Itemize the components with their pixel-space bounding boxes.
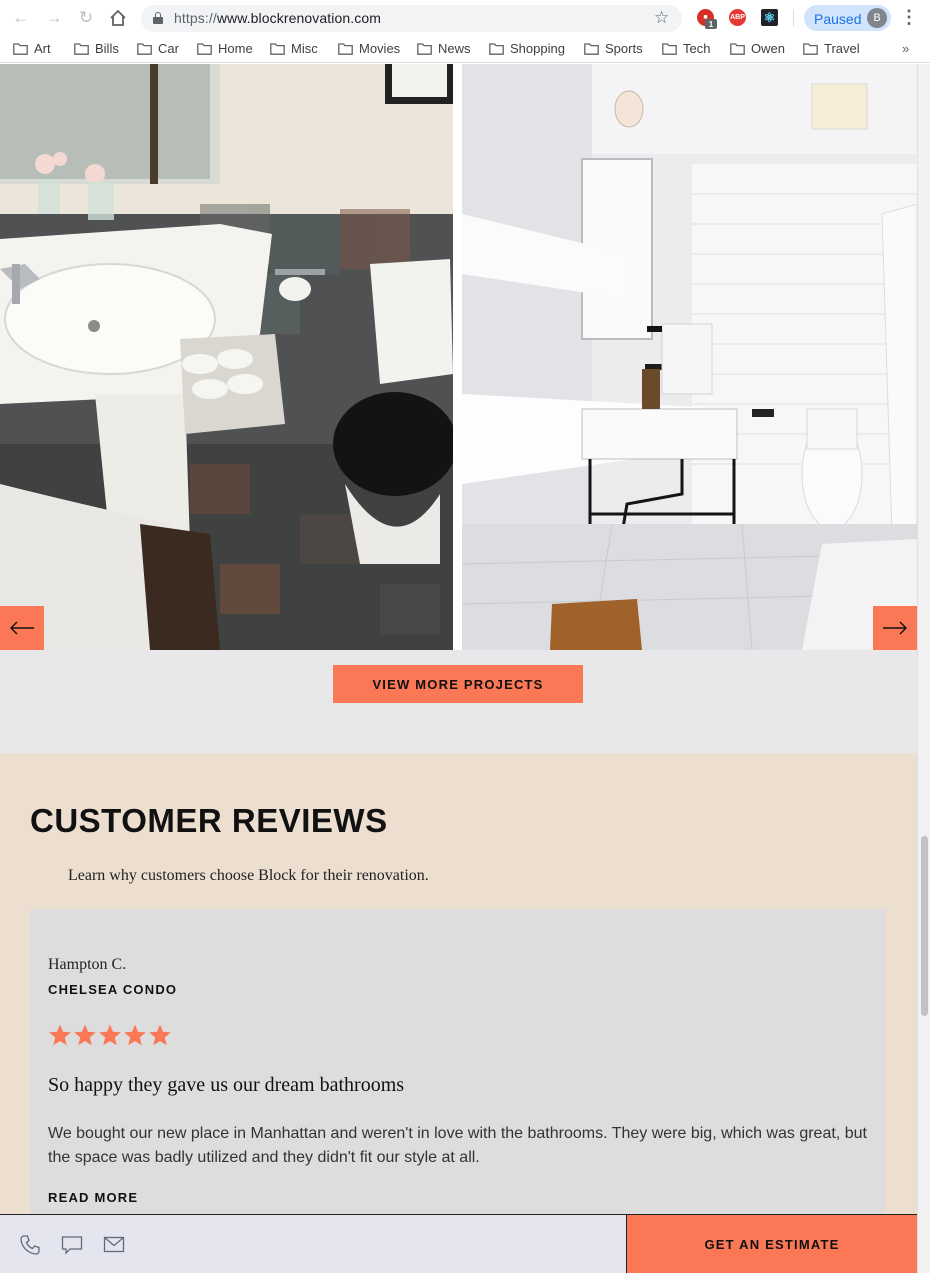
bookmark-sports[interactable]: Sports [584, 41, 643, 56]
chat-icon[interactable] [61, 1234, 83, 1256]
review-headline: So happy they gave us our dream bathroom… [48, 1074, 405, 1096]
back-icon[interactable]: ← [11, 8, 31, 28]
bookmark-shopping[interactable]: Shopping [489, 41, 565, 56]
bookmark-label: Travel [824, 41, 860, 56]
bookmark-label: Art [34, 41, 51, 56]
bookmark-label: Owen [751, 41, 785, 56]
customer-reviews-section: CUSTOMER REVIEWS Learn why customers cho… [0, 753, 917, 1273]
star-icon [149, 1024, 171, 1046]
bookmarks-bar: Art Bills Car Home Misc Movies News Shop… [0, 36, 930, 63]
bookmark-label: Movies [359, 41, 401, 56]
lock-icon [153, 12, 163, 24]
bookmark-label: Bills [95, 41, 119, 56]
folder-icon [270, 42, 285, 55]
bookmark-movies[interactable]: Movies [338, 41, 400, 56]
project-photo-traditional-bathroom [0, 64, 453, 650]
star-icon [124, 1024, 146, 1046]
bookmark-tech[interactable]: Tech [662, 41, 710, 56]
folder-icon [803, 42, 818, 55]
url-host: www.blockrenovation.com [216, 10, 381, 26]
mail-icon[interactable] [103, 1234, 125, 1256]
folder-icon [338, 42, 353, 55]
reload-icon[interactable]: ↻ [76, 8, 96, 28]
read-more-link[interactable]: READ MORE [48, 1190, 138, 1205]
home-icon[interactable] [108, 8, 128, 28]
get-estimate-button[interactable]: GET AN ESTIMATE [626, 1215, 917, 1273]
bookmark-label: News [438, 41, 471, 56]
forward-icon[interactable]: → [44, 8, 64, 28]
page-content: VIEW MORE PROJECTS CUSTOMER REVIEWS Lear… [0, 64, 917, 1273]
phone-icon[interactable] [19, 1234, 41, 1256]
bookmark-star-icon[interactable]: ☆ [654, 8, 669, 28]
bookmark-car[interactable]: Car [137, 41, 179, 56]
scrollbar-thumb[interactable] [921, 836, 928, 1016]
review-card: Hampton C. CHELSEA CONDO So happy they g… [30, 909, 885, 1229]
folder-icon [417, 42, 432, 55]
folder-icon [13, 42, 28, 55]
sticky-contact-bar: GET AN ESTIMATE [0, 1214, 917, 1273]
project-photo-modern-bathroom [462, 64, 917, 650]
react-devtools-icon[interactable]: ⚛ [761, 9, 778, 26]
browser-toolbar: ← → ↻ https://www.blockrenovation.com ☆ … [0, 0, 930, 36]
gallery-next-button[interactable] [873, 606, 917, 650]
bookmark-misc[interactable]: Misc [270, 41, 318, 56]
bookmark-label: Sports [605, 41, 643, 56]
url-scheme: https:// [174, 10, 217, 26]
bookmark-label: Misc [291, 41, 318, 56]
bookmark-travel[interactable]: Travel [803, 41, 860, 56]
bookmark-news[interactable]: News [417, 41, 471, 56]
review-project: CHELSEA CONDO [48, 982, 178, 997]
adblock-badge: 1 [705, 19, 717, 29]
bookmark-art[interactable]: Art [13, 41, 51, 56]
bookmark-home[interactable]: Home [197, 41, 253, 56]
folder-icon [662, 42, 677, 55]
arrow-right-icon [883, 621, 907, 635]
review-body: We bought our new place in Manhattan and… [48, 1125, 867, 1166]
adblock-extension-icon[interactable]: ■ 1 [697, 9, 717, 29]
project-gallery [0, 64, 917, 650]
star-icon [74, 1024, 96, 1046]
page-scrollbar[interactable] [917, 64, 930, 1273]
contact-icons [19, 1234, 125, 1256]
gallery-prev-button[interactable] [0, 606, 44, 650]
arrow-left-icon [10, 621, 34, 635]
bookmark-label: Tech [683, 41, 711, 56]
section-title: CUSTOMER REVIEWS [30, 802, 388, 839]
menu-kebab-icon[interactable]: ⋮ [900, 8, 918, 28]
reviewer-name: Hampton C. [48, 956, 127, 973]
folder-icon [197, 42, 212, 55]
abp-extension-icon[interactable]: ABP [729, 9, 746, 26]
folder-icon [137, 42, 152, 55]
bookmark-label: Home [218, 41, 253, 56]
section-subtitle: Learn why customers choose Block for the… [68, 867, 429, 884]
profile-status: Paused [814, 11, 862, 27]
star-rating [48, 1023, 172, 1047]
star-icon [99, 1024, 121, 1046]
view-more-projects-button[interactable]: VIEW MORE PROJECTS [333, 665, 583, 703]
folder-icon [730, 42, 745, 55]
folder-icon [74, 42, 89, 55]
toolbar-divider [793, 9, 794, 27]
address-bar[interactable]: https://www.blockrenovation.com ☆ [141, 5, 682, 32]
folder-icon [584, 42, 599, 55]
bookmark-owen[interactable]: Owen [730, 41, 785, 56]
profile-button[interactable]: Paused B [804, 5, 891, 31]
bookmarks-overflow-button[interactable]: » [902, 41, 909, 56]
star-icon [49, 1024, 71, 1046]
url-text[interactable]: https://www.blockrenovation.com [174, 10, 381, 26]
bookmark-label: Car [158, 41, 179, 56]
avatar: B [867, 8, 887, 28]
bookmark-label: Shopping [510, 41, 565, 56]
folder-icon [489, 42, 504, 55]
bookmark-bills[interactable]: Bills [74, 41, 119, 56]
